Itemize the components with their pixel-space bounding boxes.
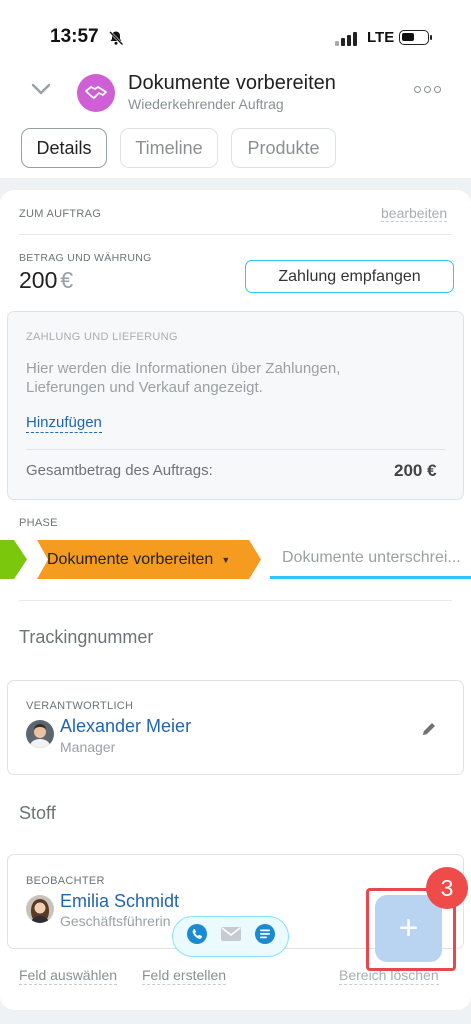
step-badge: 3 bbox=[426, 867, 468, 909]
edit-link[interactable]: bearbeiten bbox=[381, 205, 448, 222]
bell-slash-icon bbox=[108, 30, 124, 51]
payment-label: ZAHLUNG UND LIEFERUNG bbox=[26, 331, 178, 343]
status-time: 13:57 bbox=[50, 26, 99, 47]
avatar bbox=[26, 895, 54, 923]
chevron-down-icon[interactable] bbox=[30, 82, 52, 101]
stage-next[interactable]: Dokumente unterschrei... bbox=[270, 540, 471, 579]
stage-done[interactable] bbox=[0, 540, 28, 584]
more-icon[interactable] bbox=[414, 86, 441, 93]
communication-bar bbox=[172, 916, 289, 957]
payment-description: Hier werden die Informationen über Zahlu… bbox=[26, 360, 341, 396]
receive-payment-button[interactable]: Zahlung empfangen bbox=[245, 260, 454, 293]
observer-name[interactable]: Emilia Schmidt bbox=[60, 891, 179, 912]
tracking-field[interactable]: Trackingnummer bbox=[19, 627, 153, 648]
divider bbox=[26, 449, 445, 450]
observer-label: BEOBACHTER bbox=[26, 875, 105, 887]
pencil-icon[interactable] bbox=[420, 720, 438, 743]
mail-icon[interactable] bbox=[220, 926, 242, 947]
caret-down-icon: ▼ bbox=[221, 554, 231, 565]
amount-value: 200 € bbox=[19, 267, 74, 293]
stage-current[interactable]: Dokumente vorbereiten ▼ bbox=[37, 540, 261, 579]
material-field[interactable]: Stoff bbox=[19, 803, 56, 824]
handshake-icon bbox=[77, 74, 115, 112]
stage-current-label: Dokumente vorbereiten bbox=[47, 550, 214, 568]
tab-products[interactable]: Produkte bbox=[231, 128, 336, 168]
tab-timeline[interactable]: Timeline bbox=[120, 128, 218, 168]
signal-icon bbox=[335, 32, 357, 46]
select-field-link[interactable]: Feld auswählen bbox=[19, 967, 118, 985]
phone-icon[interactable] bbox=[186, 923, 208, 950]
total-label: Gesamtbetrag des Auftrags: bbox=[26, 462, 213, 479]
total-value: 200 € bbox=[394, 461, 437, 480]
add-payment-link[interactable]: Hinzufügen bbox=[26, 414, 102, 433]
responsible-label: VERANTWORTLICH bbox=[26, 700, 134, 712]
amount-label: BETRAG UND WÄHRUNG bbox=[19, 252, 152, 264]
network-label: LTE bbox=[367, 29, 395, 46]
divider bbox=[19, 234, 452, 235]
phase-label: PHASE bbox=[19, 517, 58, 529]
observer-role: Geschäftsführerin bbox=[60, 913, 171, 929]
order-section-label: ZUM AUFTRAG bbox=[19, 208, 102, 220]
chat-icon[interactable] bbox=[254, 923, 276, 950]
tab-details[interactable]: Details bbox=[21, 128, 107, 168]
divider bbox=[19, 600, 452, 601]
battery-icon bbox=[399, 30, 432, 45]
responsible-role: Manager bbox=[60, 739, 116, 755]
bottom-strip bbox=[0, 1014, 471, 1024]
responsible-name[interactable]: Alexander Meier bbox=[60, 716, 191, 737]
page-subtitle: Wiederkehrender Auftrag bbox=[128, 96, 284, 112]
page-title: Dokumente vorbereiten bbox=[128, 72, 336, 94]
create-field-link[interactable]: Feld erstellen bbox=[142, 967, 227, 985]
avatar bbox=[26, 720, 54, 748]
